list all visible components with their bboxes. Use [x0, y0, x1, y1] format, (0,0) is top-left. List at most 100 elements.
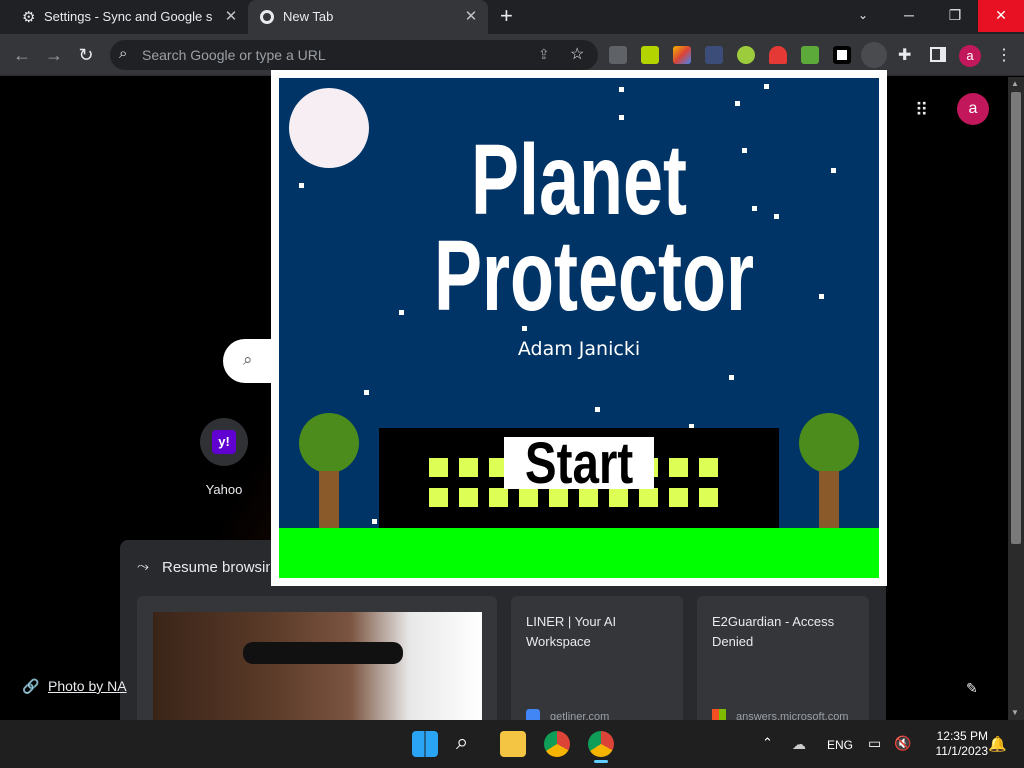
microsoft-icon: [712, 709, 726, 720]
sunglasses: [243, 642, 403, 664]
clock[interactable]: 12:35 PM 11/1/2023: [918, 729, 989, 759]
extension-icon[interactable]: [609, 46, 627, 64]
back-button[interactable]: ←: [10, 43, 34, 67]
tree-trunk-right: [819, 471, 839, 528]
new-tab-button[interactable]: +: [500, 5, 513, 27]
building-window: [699, 488, 718, 507]
menu-kebab-icon[interactable]: ⋮: [996, 45, 1012, 65]
cloud-icon[interactable]: ☁: [792, 736, 806, 753]
card-title: LINER | Your AI Workspace: [526, 614, 617, 649]
clock-date: 11/1/2023: [935, 744, 989, 758]
building-window: [429, 458, 448, 477]
yahoo-icon: y!: [212, 430, 236, 454]
tab-search-icon[interactable]: ⌄: [840, 0, 886, 32]
extension-icon[interactable]: [673, 46, 691, 64]
tree-left: [299, 413, 359, 473]
star: [595, 407, 600, 412]
journey-icon: ⤳: [137, 558, 150, 575]
game-title-line2: Protector: [433, 220, 755, 332]
star: [831, 168, 836, 173]
gear-icon: ⚙: [22, 9, 36, 26]
ground: [279, 528, 879, 578]
search-icon[interactable]: ⌕: [456, 729, 468, 755]
search-icon: ⌕: [119, 45, 128, 62]
building-window: [429, 488, 448, 507]
active-app-indicator: [594, 760, 608, 763]
tab-settings-label: Settings - Sync and Google servi: [44, 9, 212, 24]
star: [729, 375, 734, 380]
chrome-icon[interactable]: [544, 731, 570, 757]
customize-pencil-icon[interactable]: ✎: [966, 680, 978, 697]
extension-icon[interactable]: [641, 46, 659, 64]
building-window: [639, 488, 658, 507]
star: [819, 294, 824, 299]
star: [372, 519, 377, 524]
avatar[interactable]: a: [959, 45, 981, 67]
game-title-line1: Planet: [470, 124, 688, 236]
notification-bell-icon[interactable]: 🔔: [988, 735, 1007, 753]
minimize-button[interactable]: ─: [886, 0, 932, 32]
maximize-button[interactable]: ❐: [932, 0, 978, 32]
network-icon[interactable]: ▭: [868, 735, 881, 752]
extension-icon[interactable]: [861, 42, 887, 68]
omnibox-placeholder: Search Google or type a URL: [142, 47, 326, 63]
card-thumbnail: [153, 612, 482, 720]
star: [735, 101, 740, 106]
photo-credit-link[interactable]: Photo by NA: [48, 678, 144, 694]
scrollbar-thumb[interactable]: [1011, 92, 1021, 544]
star: [619, 115, 624, 120]
avatar[interactable]: a: [957, 93, 989, 125]
resume-browsing-label: Resume browsing: [162, 559, 270, 576]
extension-icon[interactable]: [705, 46, 723, 64]
extension-icon[interactable]: [737, 46, 755, 64]
extension-icon[interactable]: [833, 46, 851, 64]
tab-settings[interactable]: ⚙ Settings - Sync and Google servi ✕: [8, 0, 248, 34]
chrome-icon: [260, 10, 274, 24]
close-tab-icon[interactable]: ✕: [222, 8, 240, 26]
game-canvas[interactable]: Planet Protector Adam Janicki Start: [279, 78, 879, 578]
building-window: [699, 458, 718, 477]
scroll-up-icon[interactable]: ▲: [1011, 79, 1019, 88]
bookmark-star-icon[interactable]: ☆: [570, 44, 584, 64]
clock-time: 12:35 PM: [936, 729, 988, 743]
language-indicator[interactable]: ENG: [827, 738, 853, 752]
building-window: [459, 488, 478, 507]
start-button-label: Start: [524, 431, 634, 496]
building-window: [669, 488, 688, 507]
tree-trunk-left: [319, 471, 339, 528]
moon: [289, 88, 369, 168]
tab-new-tab[interactable]: New Tab ✕: [248, 0, 488, 34]
tab-new-tab-label: New Tab: [283, 9, 334, 24]
building-window: [669, 458, 688, 477]
reload-button[interactable]: ↻: [74, 43, 98, 67]
search-icon: ⌕: [243, 350, 253, 369]
forward-button[interactable]: →: [42, 43, 66, 67]
site-favicon: [526, 709, 540, 720]
scroll-down-icon[interactable]: ▼: [1011, 708, 1019, 717]
close-tab-icon[interactable]: ✕: [462, 8, 480, 26]
windows-start-icon[interactable]: [412, 731, 438, 757]
star: [619, 87, 624, 92]
file-explorer-icon[interactable]: [500, 731, 526, 757]
omnibox[interactable]: ⌕ Search Google or type a URL ⇪ ☆: [110, 40, 598, 70]
start-button[interactable]: Start: [504, 431, 654, 496]
shortcut-label[interactable]: Yahoo: [200, 482, 248, 497]
link-icon: 🔗: [22, 678, 40, 694]
chevron-up-icon[interactable]: ⌃: [762, 735, 773, 751]
star: [764, 84, 769, 89]
card-title: E2Guardian - Access Denied: [712, 614, 835, 649]
star: [299, 183, 304, 188]
extension-icon[interactable]: [801, 46, 819, 64]
building-window: [489, 488, 508, 507]
volume-muted-icon[interactable]: 🔇: [894, 735, 911, 752]
share-icon[interactable]: ⇪: [538, 46, 550, 63]
chrome-icon[interactable]: [588, 731, 614, 757]
side-panel-icon[interactable]: [930, 47, 946, 62]
building-window: [459, 458, 478, 477]
star: [364, 390, 369, 395]
close-window-button[interactable]: ✕: [978, 0, 1024, 32]
extension-icon[interactable]: [769, 46, 787, 64]
game-author: Adam Janicki: [517, 338, 641, 360]
google-apps-icon[interactable]: ⠿: [915, 100, 935, 120]
extensions-puzzle-icon[interactable]: ✚: [898, 45, 911, 65]
